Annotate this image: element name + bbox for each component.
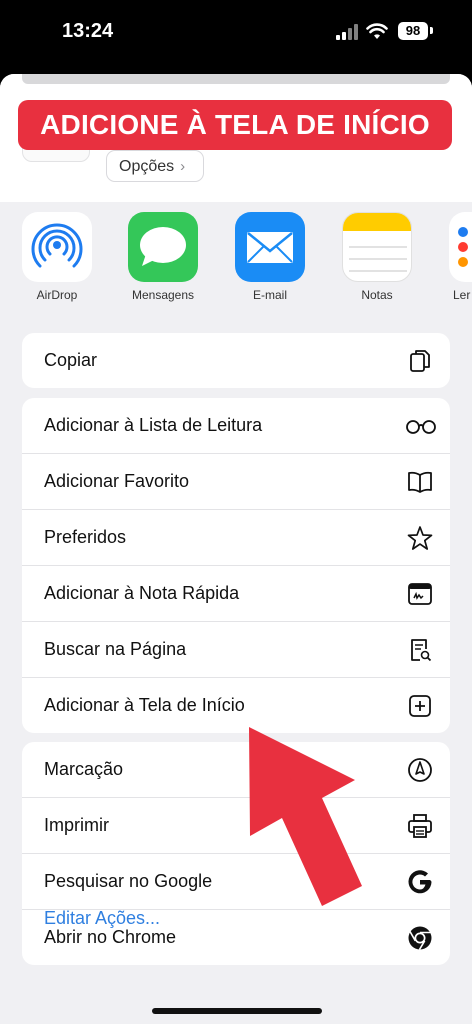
share-app-airdrop[interactable]: AirDrop bbox=[22, 212, 92, 302]
share-app-label: Notas bbox=[361, 288, 393, 302]
action-row-markup[interactable]: Marcação bbox=[22, 742, 450, 798]
action-label: Adicionar à Lista de Leitura bbox=[44, 415, 263, 435]
options-button[interactable]: Opções › bbox=[106, 150, 204, 182]
action-row-reading-list[interactable]: Adicionar à Lista de Leitura bbox=[22, 398, 450, 454]
reminders-icon bbox=[449, 212, 472, 282]
share-app-label: Mensagens bbox=[131, 288, 195, 302]
chrome-icon bbox=[408, 926, 432, 950]
action-row-quick-note[interactable]: Adicionar à Nota Rápida bbox=[22, 566, 450, 622]
share-app-mail[interactable]: E-mail bbox=[235, 212, 305, 302]
wifi-icon bbox=[366, 23, 388, 39]
status-bar: 13:24 98 bbox=[0, 0, 472, 62]
action-row-favorites[interactable]: Preferidos bbox=[22, 510, 450, 566]
share-apps-row: AirDrop Mensagens E-mail Notas Ler bbox=[0, 212, 472, 306]
share-app-label: E-mail bbox=[252, 288, 287, 302]
markup-icon bbox=[408, 758, 432, 782]
copy-icon bbox=[410, 350, 430, 372]
book-icon bbox=[408, 471, 432, 493]
share-app-label: AirDrop bbox=[36, 288, 78, 302]
action-label: Adicionar à Nota Rápida bbox=[44, 583, 240, 603]
action-label: Preferidos bbox=[44, 527, 127, 547]
action-row-print[interactable]: Imprimir bbox=[22, 798, 450, 854]
share-app-reminders[interactable]: Ler bbox=[449, 212, 472, 302]
action-row-copy[interactable]: Copiar bbox=[22, 333, 450, 388]
actions-group-copy: Copiar bbox=[22, 333, 450, 388]
actions-group-more: Marcação Imprimir Pesquisar no Google Ab… bbox=[22, 742, 450, 965]
share-sheet: Opções › ADICIONE À TELA DE INÍCIO AirDro… bbox=[0, 74, 472, 1024]
airdrop-icon bbox=[22, 212, 92, 282]
add-square-icon bbox=[409, 695, 431, 717]
battery-indicator: 98 bbox=[398, 22, 428, 40]
battery-tip-icon bbox=[430, 27, 433, 34]
actions-group-page: Adicionar à Lista de Leitura Adicionar F… bbox=[22, 398, 450, 733]
action-label: Marcação bbox=[44, 759, 124, 779]
messages-icon bbox=[128, 212, 198, 282]
notes-icon bbox=[342, 212, 412, 282]
google-icon bbox=[408, 870, 432, 894]
action-label: Copiar bbox=[44, 350, 98, 370]
action-row-add-bookmark[interactable]: Adicionar Favorito bbox=[22, 454, 450, 510]
quick-note-icon bbox=[408, 583, 432, 605]
home-indicator bbox=[152, 1008, 322, 1014]
cellular-signal-icon bbox=[336, 24, 358, 40]
action-label: Adicionar Favorito bbox=[44, 471, 190, 491]
share-sheet-header: Opções › ADICIONE À TELA DE INÍCIO bbox=[0, 74, 472, 202]
overlay-banner: ADICIONE À TELA DE INÍCIO bbox=[18, 100, 452, 150]
edit-actions-link[interactable]: Editar Ações... bbox=[44, 908, 160, 929]
action-label: Imprimir bbox=[44, 815, 109, 835]
action-row-add-to-home-screen[interactable]: Adicionar à Tela de Início bbox=[22, 678, 450, 733]
printer-icon bbox=[408, 814, 432, 838]
glasses-icon bbox=[406, 420, 436, 434]
share-app-label: Ler bbox=[453, 288, 471, 302]
action-label: Adicionar à Tela de Início bbox=[44, 695, 245, 715]
action-label: Pesquisar no Google bbox=[44, 871, 213, 891]
action-row-search-google[interactable]: Pesquisar no Google bbox=[22, 854, 450, 910]
mail-icon bbox=[235, 212, 305, 282]
star-icon bbox=[407, 526, 433, 550]
share-app-notes[interactable]: Notas bbox=[342, 212, 412, 302]
action-label: Buscar na Página bbox=[44, 639, 187, 659]
options-label: Opções bbox=[119, 158, 175, 175]
page-preview-bar bbox=[22, 74, 450, 84]
chevron-right-icon: › bbox=[180, 158, 186, 175]
find-in-page-icon bbox=[411, 639, 432, 662]
share-app-messages[interactable]: Mensagens bbox=[128, 212, 198, 302]
status-time: 13:24 bbox=[62, 20, 114, 42]
action-row-find-on-page[interactable]: Buscar na Página bbox=[22, 622, 450, 678]
